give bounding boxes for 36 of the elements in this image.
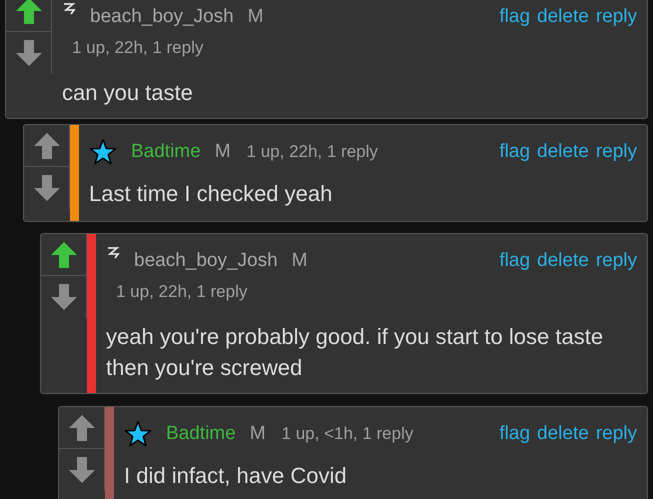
upvote-arrow-icon[interactable] [14, 0, 44, 26]
action-link[interactable]: flag [499, 246, 530, 276]
username[interactable]: Badtime [131, 138, 201, 166]
action-link[interactable]: reply [596, 138, 637, 166]
downvote-arrow-icon[interactable] [32, 173, 62, 203]
action-link[interactable]: flag [499, 138, 530, 166]
action-link[interactable]: reply [596, 246, 637, 276]
action-link[interactable]: delete [537, 246, 589, 276]
moderator-mark: M [214, 140, 231, 164]
action-link[interactable]: delete [537, 138, 589, 166]
comment-text: yeah you're probably good. if you start to lose taste then you're screwed [106, 323, 604, 382]
comment-meta: 1 up, 22h, 1 reply [72, 38, 204, 57]
upvote-arrow-icon[interactable] [48, 240, 78, 270]
comment-text: I did infact, have Covid [124, 462, 348, 490]
upvote-arrow-icon[interactable] [66, 412, 96, 442]
downvote-arrow-icon[interactable] [48, 282, 78, 312]
moderator-mark: M [292, 248, 308, 273]
action-link[interactable]: reply [596, 2, 637, 32]
comment-meta: 1 up, <1h, 1 reply [282, 424, 414, 443]
action-link[interactable]: delete [537, 2, 589, 32]
downvote-arrow-icon[interactable] [66, 455, 96, 485]
username[interactable]: beach_boy_Josh [134, 246, 278, 276]
moderator-mark: M [248, 4, 264, 29]
comment-meta: 1 up, 22h, 1 reply [116, 282, 248, 301]
comment-meta: 1 up, 22h, 1 reply [246, 142, 378, 161]
action-link[interactable]: flag [499, 2, 530, 32]
comment-text: Last time I checked yeah [89, 180, 334, 208]
username[interactable]: beach_boy_Josh [90, 2, 234, 32]
moderator-mark: M [250, 422, 266, 446]
upvote-arrow-icon[interactable] [32, 130, 62, 160]
action-link[interactable]: reply [596, 420, 637, 448]
comment-text: can you taste [62, 79, 194, 107]
action-link[interactable]: flag [499, 420, 530, 448]
action-link[interactable]: delete [537, 420, 589, 448]
username[interactable]: Badtime [166, 420, 236, 448]
downvote-arrow-icon[interactable] [14, 38, 44, 68]
